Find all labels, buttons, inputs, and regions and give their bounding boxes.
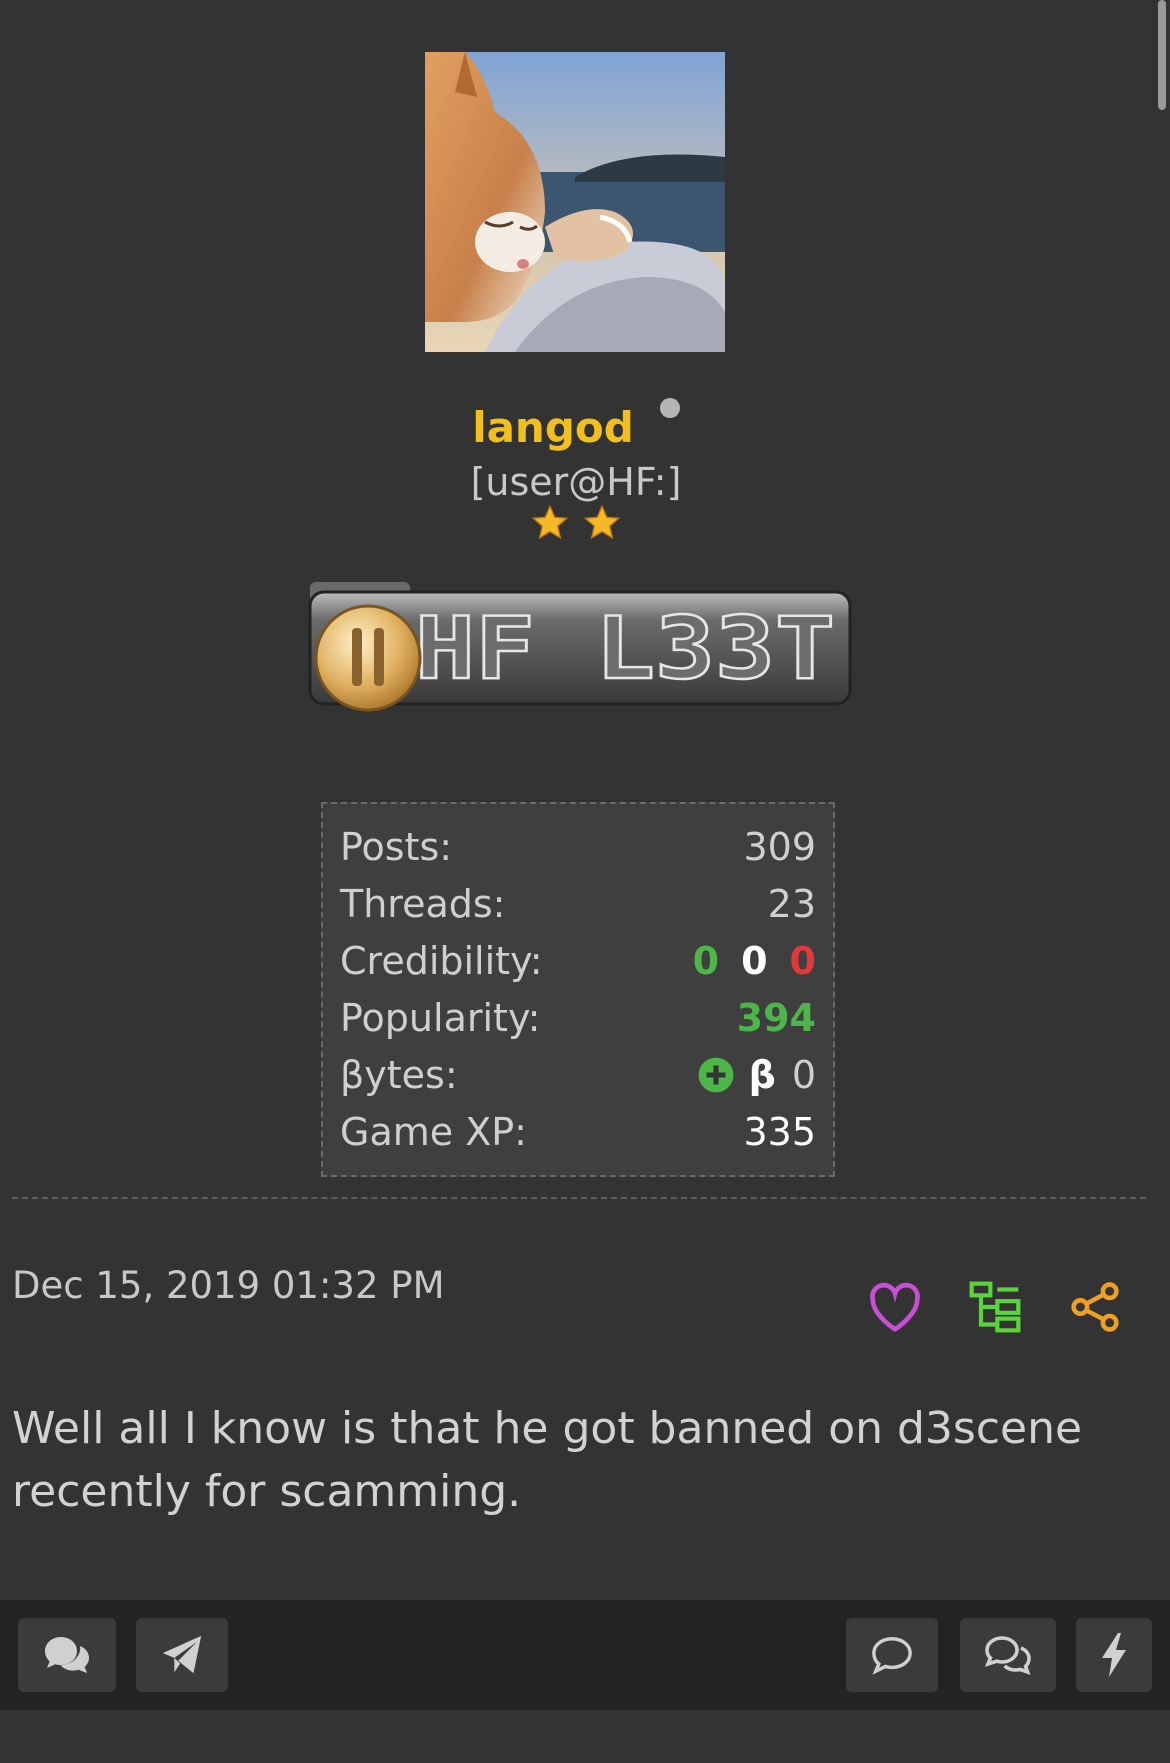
multi-quote-button[interactable]	[960, 1618, 1056, 1692]
thread-tree-button[interactable]	[966, 1278, 1024, 1336]
user-avatar[interactable]	[425, 52, 725, 352]
stat-label: Popularity:	[340, 995, 541, 1040]
stat-label: Game XP:	[340, 1109, 527, 1154]
post-toolbar	[0, 1600, 1170, 1710]
share-icon	[1071, 1282, 1119, 1332]
star-icon	[532, 504, 569, 540]
bytes-amount: 0	[791, 1052, 816, 1097]
credibility-negative: 0	[789, 938, 816, 983]
stat-game-xp: Game XP: 335	[340, 1103, 816, 1160]
rank-badge-image: HF L33T	[300, 570, 860, 720]
offline-status-icon	[659, 398, 680, 418]
stat-credibility: Credibility: 0 0 0	[340, 932, 816, 989]
page-scrollbar[interactable]	[1158, 0, 1166, 110]
stat-popularity: Popularity: 394	[340, 989, 816, 1046]
comments-icon	[45, 1637, 89, 1673]
post-divider	[12, 1197, 1146, 1199]
comments-outline-icon	[984, 1636, 1031, 1675]
bolt-icon	[1102, 1633, 1126, 1677]
stat-bytes: βytes: β 0	[340, 1046, 816, 1103]
credibility-values[interactable]: 0 0 0	[671, 939, 816, 983]
username-row: langod	[0, 398, 1152, 452]
comment-icon	[872, 1637, 912, 1675]
credibility-neutral: 0	[741, 938, 768, 983]
add-bytes-icon[interactable]	[697, 1056, 735, 1094]
user-title: [user@HF:]	[470, 460, 682, 504]
threads-count[interactable]: 23	[768, 882, 816, 926]
post-actions	[866, 1278, 1166, 1336]
quick-reply-button[interactable]	[1076, 1618, 1152, 1692]
post-body: Well all I know is that he got banned on…	[12, 1403, 1083, 1517]
credibility-positive: 0	[692, 938, 720, 983]
like-button[interactable]	[866, 1278, 924, 1336]
sitemap-icon	[969, 1281, 1021, 1333]
reply-button[interactable]	[18, 1618, 116, 1692]
popularity-value[interactable]: 394	[737, 996, 816, 1040]
stat-label: Credibility:	[340, 938, 543, 983]
stat-threads: Threads: 23	[340, 875, 816, 932]
share-button[interactable]	[1066, 1278, 1124, 1336]
username-link[interactable]: langod	[472, 403, 634, 452]
bytes-value: β 0	[697, 1053, 816, 1097]
stat-label: Threads:	[340, 881, 506, 926]
post-date[interactable]: Dec 15, 2019 01:32 PM	[12, 1264, 445, 1307]
star-icon	[583, 504, 620, 540]
user-stars	[0, 503, 1152, 547]
game-xp-value[interactable]: 335	[743, 1110, 816, 1154]
bytes-symbol: β	[748, 1052, 776, 1097]
user-stats-box: Posts: 309 Threads: 23 Credibility: 0 0 …	[321, 802, 835, 1177]
stat-label: Posts:	[340, 824, 453, 869]
send-pm-button[interactable]	[136, 1618, 228, 1692]
heart-icon	[870, 1282, 920, 1332]
rank-badge-text: HF L33T	[415, 599, 835, 699]
paper-plane-icon	[162, 1635, 202, 1674]
posts-count[interactable]: 309	[743, 825, 816, 869]
quote-reply-button[interactable]	[846, 1618, 938, 1692]
stat-label: βytes:	[340, 1052, 458, 1097]
stat-posts: Posts: 309	[340, 818, 816, 875]
